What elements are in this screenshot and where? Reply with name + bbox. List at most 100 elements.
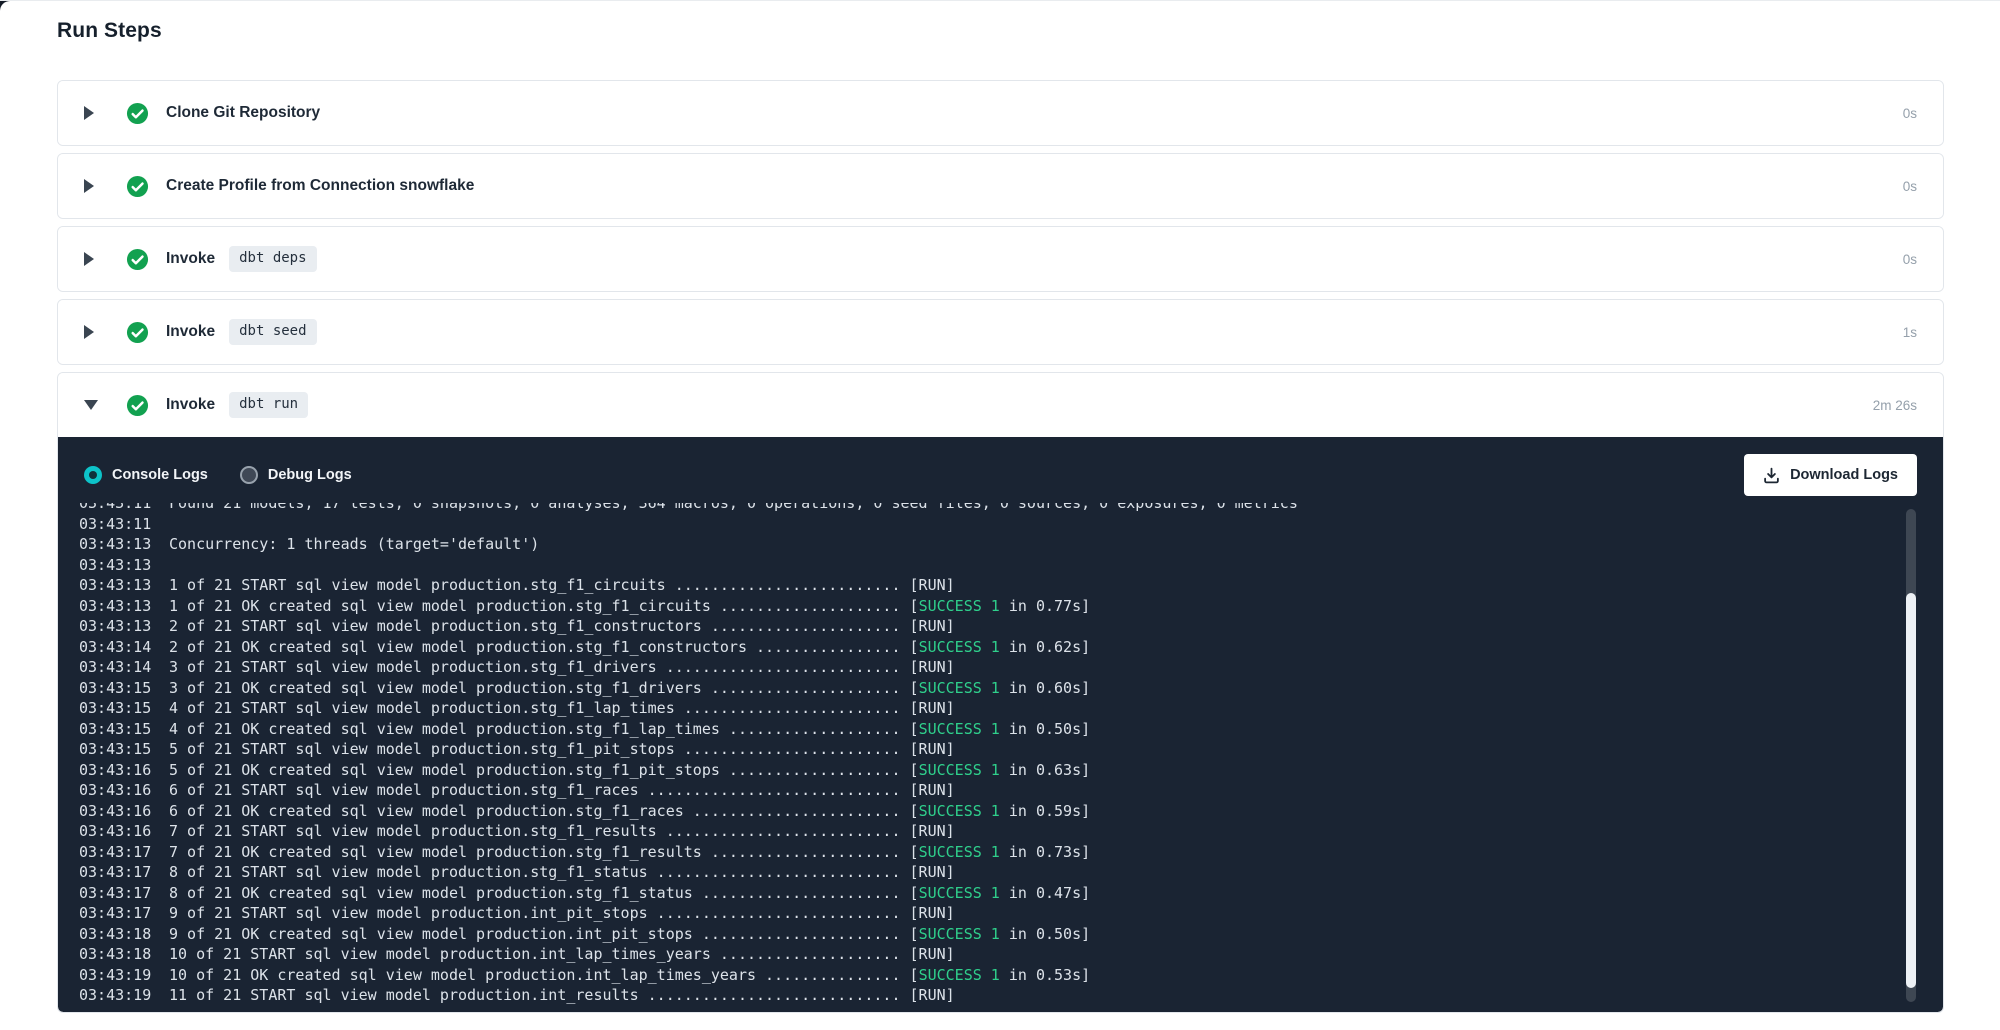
log-message: 6 of 21 START sql view model production.…	[169, 781, 955, 799]
log-timestamp: 03:43:17	[79, 862, 152, 883]
log-message: Found 21 models, 17 tests, 0 snapshots, …	[169, 503, 1298, 512]
check-circle-icon	[126, 321, 149, 344]
log-timestamp: 03:43:16	[79, 801, 152, 822]
log-line: 03:43:16 6 of 21 START sql view model pro…	[79, 780, 1883, 801]
log-message: 11 of 21 START sql view model production…	[169, 986, 955, 1004]
step-command-badge: dbt seed	[229, 319, 316, 345]
caret-right-icon[interactable]	[84, 179, 100, 193]
log-timestamp: 03:43:19	[79, 965, 152, 986]
log-line: 03:43:18 10 of 21 START sql view model pr…	[79, 944, 1883, 965]
log-message: 7 of 21 OK created sql view model produc…	[169, 843, 1090, 861]
check-circle-icon	[126, 394, 149, 417]
download-icon	[1763, 467, 1780, 484]
step-header[interactable]: Invoke dbt run 2m 26s	[58, 373, 1943, 437]
run-step-dbt-seed: Invoke dbt seed 1s	[57, 299, 1944, 365]
log-message: 2 of 21 START sql view model production.…	[169, 617, 955, 635]
log-timestamp: 03:43:13	[79, 616, 152, 637]
run-step-create-profile: Create Profile from Connection snowflake…	[57, 153, 1944, 219]
download-logs-label: Download Logs	[1790, 467, 1898, 483]
log-line: 03:43:131 of 21 START sql view model pro…	[79, 575, 1883, 596]
step-duration: 0s	[1903, 252, 1917, 267]
caret-right-icon[interactable]	[84, 325, 100, 339]
log-timestamp: 03:43:19	[79, 985, 152, 1006]
log-timestamp: 03:43:16	[79, 760, 152, 781]
run-step-dbt-deps: Invoke dbt deps 0s	[57, 226, 1944, 292]
log-line: 03:43:166 of 21 OK created sql view mode…	[79, 801, 1883, 822]
console-scrollbar[interactable]	[1906, 509, 1916, 1002]
log-line: 03:43:13 1 of 21 OK created sql view mode…	[79, 596, 1883, 617]
log-line: 03:43:16 5 of 21 OK created sql view mode…	[79, 760, 1883, 781]
log-message: 4 of 21 START sql view model production.…	[169, 699, 955, 717]
log-message: 2 of 21 OK created sql view model produc…	[169, 638, 1090, 656]
log-timestamp: 03:43:16	[79, 780, 152, 801]
log-timestamp: 03:43:13	[79, 575, 152, 596]
log-timestamp: 03:43:13	[79, 596, 152, 617]
step-label: Invoke	[166, 250, 215, 268]
download-logs-button[interactable]: Download Logs	[1744, 454, 1917, 496]
radio-label: Debug Logs	[268, 467, 352, 483]
check-circle-icon	[126, 102, 149, 125]
radio-unselected-icon	[240, 466, 258, 484]
radio-selected-icon	[84, 466, 102, 484]
run-step-clone-git-repository: Clone Git Repository 0s	[57, 80, 1944, 146]
console-scrollbar-thumb[interactable]	[1906, 593, 1916, 988]
log-line: 03:43:153 of 21 OK created sql view mode…	[79, 678, 1883, 699]
log-timestamp: 03:43:13	[79, 534, 152, 555]
log-timestamp: 03:43:18	[79, 944, 152, 965]
console-logs-radio[interactable]: Console Logs	[84, 466, 208, 484]
step-header[interactable]: Create Profile from Connection snowflake…	[58, 154, 1943, 218]
log-line: 03:43:13 Concurrency: 1 threads (target='…	[79, 534, 1883, 555]
log-timestamp: 03:43:15	[79, 719, 152, 740]
step-label: Clone Git Repository	[166, 104, 320, 122]
log-message: 8 of 21 START sql view model production.…	[169, 863, 955, 881]
console-log-output[interactable]: 03:43:11 Found 21 models, 17 tests, 0 sna…	[58, 503, 1943, 1012]
step-duration: 1s	[1903, 325, 1917, 340]
log-timestamp: 03:43:11	[79, 514, 152, 535]
log-message: 5 of 21 OK created sql view model produc…	[169, 761, 1090, 779]
log-lines: 03:43:11 Found 21 models, 17 tests, 0 sna…	[79, 503, 1883, 1006]
log-line: 03:43:15 4 of 21 START sql view model pro…	[79, 698, 1883, 719]
step-header[interactable]: Clone Git Repository 0s	[58, 81, 1943, 145]
log-message: 3 of 21 OK created sql view model produc…	[169, 679, 1090, 697]
log-timestamp: 03:43:14	[79, 637, 152, 658]
check-circle-icon	[126, 175, 149, 198]
log-line: 03:43:11 Found 21 models, 17 tests, 0 sna…	[79, 503, 1883, 514]
log-line: 03:43:11	[79, 514, 1883, 535]
log-message: 1 of 21 OK created sql view model produc…	[169, 597, 1090, 615]
debug-logs-radio[interactable]: Debug Logs	[240, 466, 352, 484]
step-header[interactable]: Invoke dbt seed 1s	[58, 300, 1943, 364]
log-line: 03:43:17 7 of 21 OK created sql view mode…	[79, 842, 1883, 863]
caret-down-icon[interactable]	[84, 400, 100, 410]
log-timestamp: 03:43:15	[79, 698, 152, 719]
log-timestamp: 03:43:18	[79, 924, 152, 945]
log-message: 3 of 21 START sql view model production.…	[169, 658, 955, 676]
log-line: 03:43:15 4 of 21 OK created sql view mode…	[79, 719, 1883, 740]
log-message: 8 of 21 OK created sql view model produc…	[169, 884, 1090, 902]
log-message: Concurrency: 1 threads (target='default'…	[169, 535, 539, 553]
log-message: 4 of 21 OK created sql view model produc…	[169, 720, 1090, 738]
log-message: 10 of 21 OK created sql view model produ…	[169, 966, 1090, 984]
step-command-badge: dbt run	[229, 392, 308, 418]
log-timestamp: 03:43:14	[79, 657, 152, 678]
step-header[interactable]: Invoke dbt deps 0s	[58, 227, 1943, 291]
run-step-dbt-run: Invoke dbt run 2m 26s Console Logs Debug…	[57, 372, 1944, 1013]
step-duration: 0s	[1903, 179, 1917, 194]
log-timestamp: 03:43:17	[79, 842, 152, 863]
step-duration: 0s	[1903, 106, 1917, 121]
log-timestamp: 03:43:15	[79, 739, 152, 760]
step-command-badge: dbt deps	[229, 246, 316, 272]
step-label: Invoke	[166, 323, 215, 341]
log-line: 03:43:189 of 21 OK created sql view mode…	[79, 924, 1883, 945]
log-timestamp: 03:43:11	[79, 503, 152, 514]
log-line: 03:43:19 10 of 21 OK created sql view mod…	[79, 965, 1883, 986]
caret-right-icon[interactable]	[84, 252, 100, 266]
step-label: Invoke	[166, 396, 215, 414]
caret-right-icon[interactable]	[84, 106, 100, 120]
console-panel: Console Logs Debug Logs Download Logs 03…	[58, 437, 1943, 1012]
check-circle-icon	[126, 248, 149, 271]
run-steps-list: Clone Git Repository 0s Create Profile f…	[57, 80, 1944, 1020]
log-line: 03:43:19 11 of 21 START sql view model pr…	[79, 985, 1883, 1006]
log-message: 10 of 21 START sql view model production…	[169, 945, 955, 963]
log-line: 03:43:179 of 21 START sql view model pro…	[79, 903, 1883, 924]
log-timestamp: 03:43:17	[79, 883, 152, 904]
